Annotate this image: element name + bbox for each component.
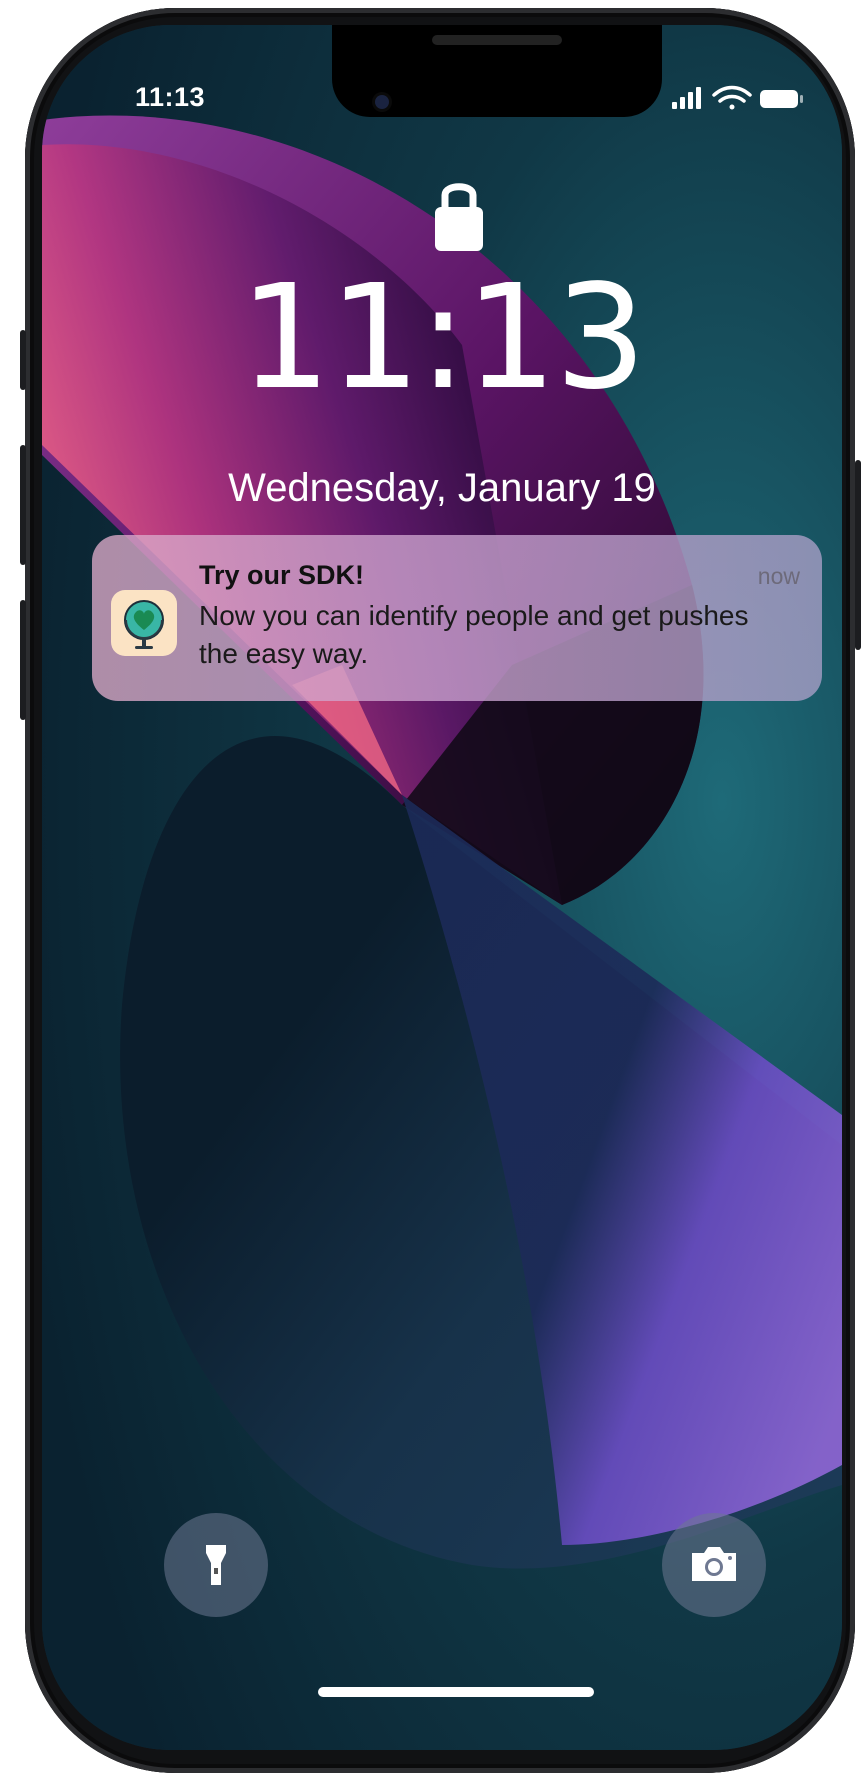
- front-camera: [375, 95, 389, 109]
- lock-screen[interactable]: 11:13 11:13 Wednesday, January 19 Try ou…: [42, 25, 842, 1750]
- wifi-icon: [712, 85, 752, 110]
- notification-body: Now you can identify people and get push…: [199, 600, 749, 669]
- notification-title: Try our SDK!: [199, 560, 365, 590]
- status-icons: [672, 85, 803, 110]
- globe-heart-icon: [111, 590, 177, 656]
- flashlight-icon: [206, 1545, 226, 1585]
- lock-clock: 11:13: [239, 253, 647, 421]
- power-button: [855, 460, 861, 650]
- home-indicator[interactable]: [318, 1687, 594, 1697]
- cellular-signal-icon: [672, 87, 701, 109]
- volume-down-button: [20, 600, 26, 720]
- push-notification[interactable]: Try our SDK! now Now you can identify pe…: [92, 535, 822, 701]
- status-time: 11:13: [135, 82, 206, 112]
- volume-up-button: [20, 445, 26, 565]
- battery-icon: [760, 90, 803, 108]
- lock-icon: [435, 183, 483, 251]
- flashlight-button[interactable]: [164, 1513, 268, 1617]
- speaker-grille: [432, 35, 562, 45]
- camera-icon: [692, 1547, 736, 1581]
- camera-button[interactable]: [662, 1513, 766, 1617]
- notification-time: now: [757, 563, 800, 589]
- lock-date: Wednesday, January 19: [228, 466, 656, 510]
- silent-switch: [20, 330, 26, 390]
